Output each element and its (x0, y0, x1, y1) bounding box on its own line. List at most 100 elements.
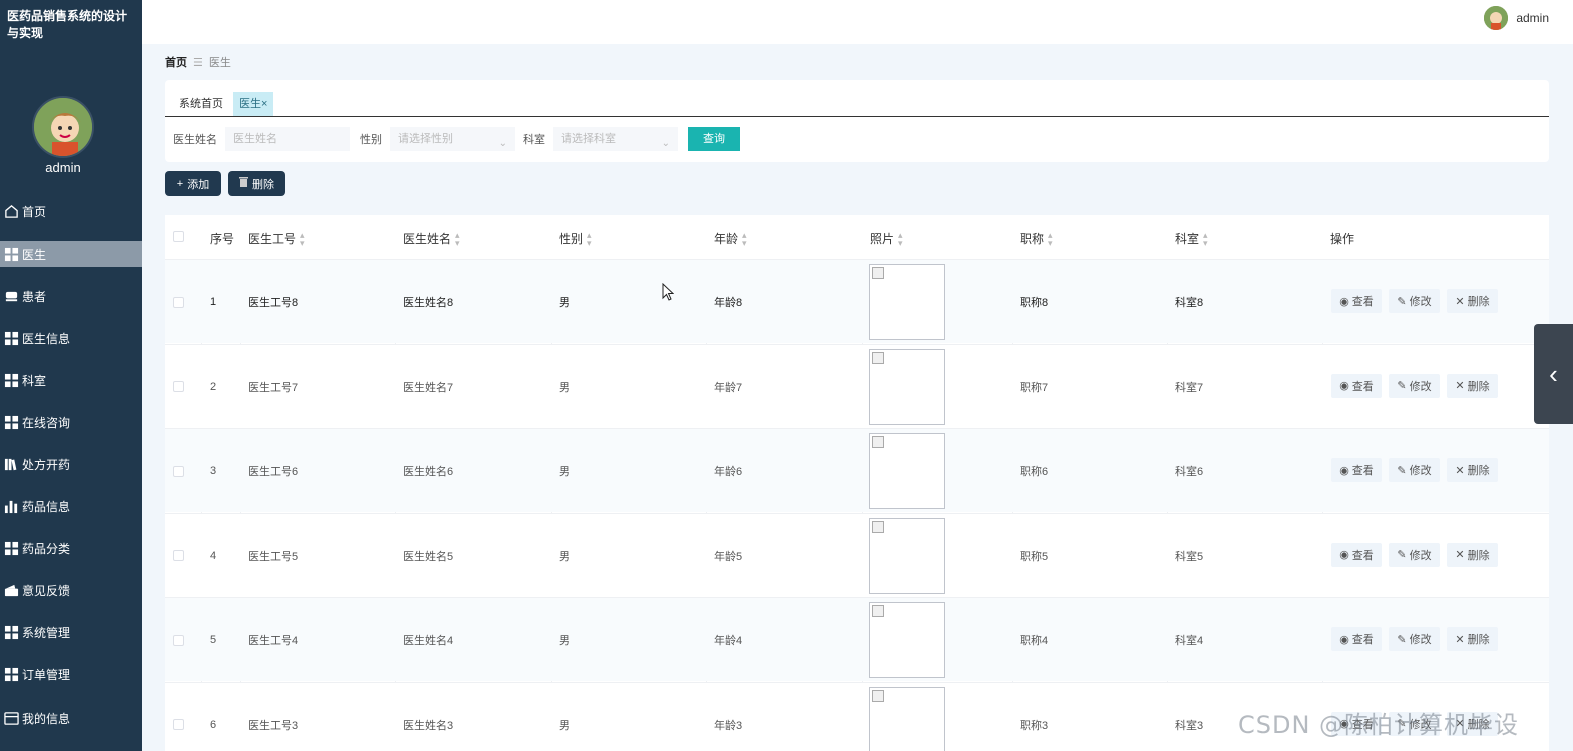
grid-icon (3, 540, 19, 556)
view-button[interactable]: ◉ 查看 (1331, 542, 1382, 567)
broken-image-icon[interactable] (869, 602, 945, 678)
sort-icon: ▴ ▾ (455, 229, 460, 248)
doctor-id-cell: 医生工号8 (248, 297, 299, 309)
broken-image-icon[interactable] (869, 348, 945, 425)
doctor-id-cell: 医生工号7 (248, 381, 299, 394)
delete-row-button[interactable]: ✕ 删除 (1447, 373, 1498, 398)
edit-button[interactable]: ✎ 修改 (1389, 373, 1440, 398)
grid-icon (3, 330, 19, 346)
wallet-icon (3, 582, 19, 598)
breadcrumb-current: 医生 (208, 57, 231, 69)
broken-image-icon[interactable] (869, 433, 945, 509)
broken-image-icon[interactable] (869, 686, 945, 751)
user-menu[interactable]: admin (1484, 6, 1549, 30)
close-icon: ✕ (1455, 633, 1465, 646)
gender-select[interactable]: 请选择性别 ⌄ (390, 127, 515, 151)
col-gender[interactable]: 性别 ▴ ▾ (559, 230, 592, 247)
sidebar-item-doctor-info[interactable]: 医生信息 (0, 325, 142, 351)
sidebar-item-doctor[interactable]: 医生 (0, 241, 142, 267)
sidebar-item-system[interactable]: 系统管理 (0, 619, 142, 645)
delete-row-button[interactable]: ✕ 删除 (1447, 458, 1498, 482)
row-checkbox[interactable] (173, 514, 184, 598)
close-icon[interactable]: × (261, 98, 267, 110)
add-button[interactable]: + 添加 (165, 171, 221, 196)
gender-cell: 男 (559, 466, 570, 478)
department-cell: 科室6 (1175, 466, 1204, 478)
sidebar-item-home[interactable]: 首页 (0, 198, 142, 224)
row-checkbox[interactable] (173, 683, 184, 751)
sidebar-item-label: 我的信息 (22, 711, 71, 726)
doctor-name-cell: 医生姓名3 (403, 719, 454, 732)
watermark: CSDN @陈柏计算机毕设 (1238, 711, 1520, 739)
department-label: 科室 (523, 134, 545, 146)
view-button[interactable]: ◉ 查看 (1331, 373, 1382, 398)
edit-button[interactable]: ✎ 修改 (1389, 542, 1440, 567)
table-row: 2 医生工号7 医生姓名7 男 年龄7 职称7 科室7 ◉ 查看 ✎ 修改 ✕ 删除 (165, 343, 1549, 429)
tab-doctor[interactable]: 医生× (233, 92, 274, 116)
edit-button[interactable]: ✎ 修改 (1389, 289, 1440, 313)
delete-button-label: 删除 (252, 178, 274, 191)
select-all-checkbox[interactable] (173, 231, 184, 242)
sidebar-item-prescription[interactable]: 处方开药 (0, 451, 142, 477)
department-cell: 科室7 (1175, 381, 1204, 394)
delete-button[interactable]: 删除 (228, 171, 285, 196)
sidebar-item-consult[interactable]: 在线咨询 (0, 409, 142, 435)
username: admin (1516, 11, 1549, 25)
row-checkbox[interactable] (173, 429, 184, 513)
col-department[interactable]: 科室 ▴ ▾ (1175, 230, 1208, 247)
chevron-left-icon: ‹ (1549, 358, 1558, 389)
broken-image-icon[interactable] (869, 264, 945, 340)
sidebar-item-category[interactable]: 药品分类 (0, 535, 142, 561)
delete-row-button[interactable]: ✕ 删除 (1447, 542, 1498, 567)
collapse-panel-button[interactable]: ‹ (1534, 324, 1573, 424)
sidebar-item-feedback[interactable]: 意见反馈 (0, 577, 142, 603)
doctor-id-cell: 医生工号6 (248, 466, 299, 478)
sidebar-item-label: 处方开药 (22, 457, 71, 472)
tab-bar: 系统首页 医生× (173, 92, 274, 116)
tab-label: 医生 (239, 98, 261, 110)
row-checkbox[interactable] (173, 598, 184, 682)
sort-icon: ▴ ▾ (1048, 229, 1053, 248)
top-bar: admin (142, 0, 1573, 44)
sidebar-item-department[interactable]: 科室 (0, 367, 142, 393)
row-checkbox[interactable] (173, 345, 184, 429)
col-age[interactable]: 年龄 ▴ ▾ (714, 230, 747, 247)
eye-icon: ◉ (1339, 549, 1349, 561)
sort-icon: ▴ ▾ (1203, 229, 1208, 248)
view-button[interactable]: ◉ 查看 (1331, 289, 1382, 313)
col-title[interactable]: 职称 ▴ ▾ (1020, 230, 1053, 247)
avatar[interactable] (32, 96, 94, 158)
table-header: 序号 医生工号 ▴ ▾ 医生姓名 ▴ ▾ 性别 ▴ ▾ 年龄 ▴ ▾ 照片 ▴ ▾ 职称 ▴ ▾ 科室 ▴… (165, 215, 1549, 259)
title-cell: 职称6 (1020, 466, 1049, 478)
gender-cell: 男 (559, 550, 570, 563)
doctor-name-input[interactable]: 医生姓名 (225, 127, 350, 151)
tab-home[interactable]: 系统首页 (173, 92, 229, 116)
doctor-id-cell: 医生工号3 (248, 719, 299, 732)
delete-row-button[interactable]: ✕ 删除 (1447, 289, 1498, 313)
col-actions: 操作 (1330, 232, 1355, 246)
breadcrumb-home[interactable]: 首页 (165, 54, 187, 70)
delete-row-button[interactable]: ✕ 删除 (1447, 627, 1498, 651)
row-checkbox[interactable] (173, 260, 184, 344)
sidebar-item-orders[interactable]: 订单管理 (0, 661, 142, 687)
broken-image-icon[interactable] (869, 517, 945, 594)
row-index: 2 (210, 380, 217, 393)
edit-button[interactable]: ✎ 修改 (1389, 458, 1440, 482)
query-button[interactable]: 查询 (688, 127, 740, 151)
view-button[interactable]: ◉ 查看 (1331, 458, 1382, 482)
sidebar-item-profile[interactable]: 我的信息 (0, 705, 142, 731)
avatar[interactable] (1484, 6, 1509, 30)
sidebar-item-medicine[interactable]: 药品信息 (0, 493, 142, 519)
col-photo[interactable]: 照片 ▴ ▾ (870, 230, 903, 247)
gender-label: 性别 (360, 134, 382, 146)
bar-chart-icon (3, 498, 19, 514)
sidebar-item-patient[interactable]: 患者 (0, 283, 142, 309)
view-button[interactable]: ◉ 查看 (1331, 627, 1382, 651)
col-doctor-id[interactable]: 医生工号 ▴ ▾ (248, 230, 305, 247)
sidebar-item-label: 意见反馈 (22, 583, 71, 598)
edit-button[interactable]: ✎ 修改 (1389, 627, 1440, 651)
close-icon: ✕ (1455, 380, 1465, 392)
col-doctor-name[interactable]: 医生姓名 ▴ ▾ (403, 230, 460, 247)
department-select[interactable]: 请选择科室 ⌄ (553, 127, 678, 151)
close-icon: ✕ (1455, 464, 1465, 477)
